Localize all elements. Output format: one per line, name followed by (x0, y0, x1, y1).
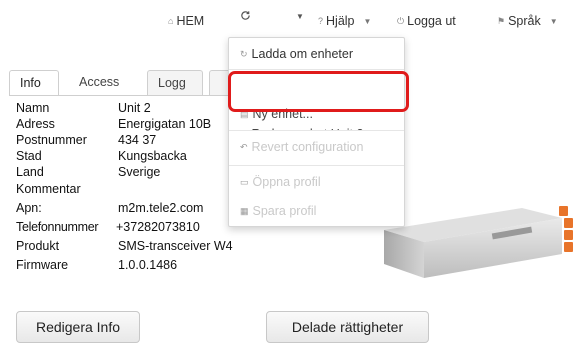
unit-dropdown-menu: ↻ Ladda om enheter ▤ Ny enhet... ✖ Rader… (228, 37, 405, 227)
menu-item-save-profile: ▦ Spara profil (240, 204, 316, 218)
menu-divider (229, 130, 404, 131)
info-value: 1.0.0.1486 (118, 258, 178, 272)
info-value: 434 37 (118, 133, 157, 147)
revert-icon: ↶ (240, 141, 248, 152)
info-value: SMS-transceiver W4 (118, 239, 233, 253)
menu-item-reload-units[interactable]: ↻ Ladda om enheter (240, 47, 353, 61)
info-value: Kungsbacka (118, 149, 187, 163)
flag-icon: ⚑ (497, 15, 506, 26)
nav-logout-label: Logga ut (407, 14, 456, 28)
info-label: Produkt (16, 239, 60, 253)
nav-language-label: Språk (508, 14, 541, 28)
tab-info[interactable]: Info (9, 70, 59, 96)
refresh-icon: ↻ (240, 48, 248, 59)
nav-refresh-menu[interactable] (240, 10, 251, 21)
menu-item-revert-configuration: ↶ Revert configuration (240, 140, 363, 154)
info-label: Land (16, 165, 44, 179)
tab-logg[interactable]: Logg (147, 70, 203, 95)
home-icon: ⌂ (168, 16, 174, 26)
tab-bar: Info Access Logg (9, 70, 239, 96)
caret-down-icon[interactable]: ▼ (296, 12, 304, 21)
info-label: Kommentar (16, 182, 81, 196)
highlight-box (228, 71, 409, 112)
info-label: Adress (16, 117, 55, 131)
info-label: Postnummer (16, 133, 87, 147)
edit-info-button[interactable]: Redigera Info (16, 311, 140, 343)
refresh-icon (241, 11, 250, 20)
info-value: Sverige (118, 165, 161, 179)
nav-logout[interactable]: ⏻ Logga ut (397, 14, 456, 28)
nav-help[interactable]: ? Hjälp ▼ (318, 14, 371, 28)
save-icon: ▦ (240, 205, 249, 216)
top-navigation: ⌂ HEM ▼ ? Hjälp ▼ ⏻ Logga ut ⚑ Språk ▼ (0, 0, 585, 38)
info-value: m2m.tele2.com (118, 201, 204, 215)
info-value: Unit 2 (118, 101, 151, 115)
info-label: Telefonnummer (16, 220, 99, 234)
nav-home-label: HEM (176, 14, 205, 28)
nav-help-label: Hjälp (326, 14, 355, 28)
folder-icon: ▭ (240, 176, 249, 187)
menu-divider (229, 69, 404, 70)
tab-access[interactable]: Access (69, 70, 137, 95)
nav-language[interactable]: ⚑ Språk ▼ (497, 14, 558, 28)
info-label: Namn (16, 101, 50, 115)
menu-item-label: Spara profil (252, 204, 317, 218)
menu-item-open-profile: ▭ Öppna profil (240, 175, 321, 189)
help-icon: ? (318, 16, 324, 26)
info-label: Apn: (16, 201, 42, 215)
info-label: Stad (16, 149, 42, 163)
info-value: Energigatan 10B (118, 117, 212, 131)
menu-item-label: Öppna profil (252, 175, 321, 189)
menu-item-label: Revert configuration (251, 140, 364, 154)
caret-down-icon: ▼ (363, 16, 372, 26)
info-label: Firmware (16, 258, 69, 272)
menu-item-label: Ladda om enheter (251, 47, 354, 61)
shared-rights-button[interactable]: Delade rättigheter (266, 311, 429, 343)
nav-home[interactable]: ⌂ HEM (168, 14, 204, 28)
info-value: +37282073810 (116, 220, 200, 234)
caret-down-icon: ▼ (549, 16, 558, 26)
menu-divider (229, 165, 404, 166)
power-icon: ⏻ (397, 15, 405, 26)
